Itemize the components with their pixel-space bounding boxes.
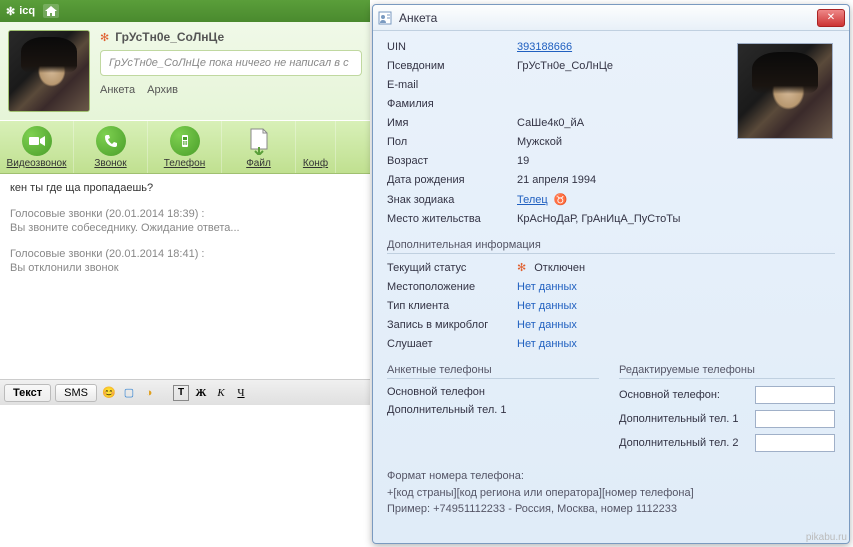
main-phone-edit-label: Основной телефон:	[619, 389, 749, 401]
taurus-icon: ♉	[554, 193, 568, 206]
nick-value: ГрУсТн0е_СоЛнЦе	[517, 60, 613, 72]
client-label: Тип клиента	[387, 300, 517, 312]
microblog-label: Запись в микроблог	[387, 319, 517, 331]
chat-toolbar: Видеозвонок Звонок Телефон Файл Конф	[0, 120, 370, 174]
input-toolbar: Текст SMS 😊 ▢ ◑ T Ж К Ч	[0, 379, 370, 405]
app-name: icq	[19, 5, 35, 17]
location-value: КрАсНоДаР, ГрАнИцА_ПуСтоТы	[517, 213, 680, 225]
sms-tab[interactable]: SMS	[55, 384, 97, 402]
contact-name: ГрУсТн0е_СоЛнЦе	[115, 30, 224, 44]
bold-icon[interactable]: Ж	[193, 385, 209, 401]
icq-chat-window: ✻ icq ✻ ГрУсТн0е_СоЛнЦе ГрУсТн0е_СоЛнЦе …	[0, 0, 370, 547]
archive-link[interactable]: Архив	[147, 84, 178, 96]
nick-label: Псевдоним	[387, 60, 517, 72]
call-button[interactable]: Звонок	[74, 121, 148, 173]
uin-label: UIN	[387, 41, 517, 53]
age-value: 19	[517, 155, 529, 167]
client-value: Нет данных	[517, 300, 577, 312]
chat-messages: кен ты где ща пропадаешь? Голосовые звон…	[0, 174, 370, 379]
profile-icon	[377, 10, 393, 26]
font-icon[interactable]: T	[173, 385, 189, 401]
tv-icon[interactable]: ▢	[121, 385, 137, 401]
listening-value: Нет данных	[517, 338, 577, 350]
status-flower-icon: ✻	[517, 261, 526, 274]
loc2-label: Местоположение	[387, 281, 517, 293]
extra-info-title: Дополнительная информация	[387, 239, 835, 251]
add-phone1-label: Дополнительный тел. 1	[387, 404, 517, 416]
italic-icon[interactable]: К	[213, 385, 229, 401]
add-phone1-edit-label: Дополнительный тел. 1	[619, 413, 749, 425]
age-label: Возраст	[387, 155, 517, 167]
microblog-value: Нет данных	[517, 319, 577, 331]
conference-button[interactable]: Конф	[296, 121, 336, 173]
icq-logo-icon: ✻	[6, 5, 15, 18]
profile-avatar[interactable]	[737, 43, 833, 139]
flower-status-icon: ✻	[100, 31, 109, 44]
home-button[interactable]	[43, 4, 59, 18]
surname-label: Фамилия	[387, 98, 517, 110]
call-log-header: Голосовые звонки (20.01.2014 18:39) :	[10, 208, 360, 220]
location-label: Место жительства	[387, 213, 517, 225]
profile-phones-title: Анкетные телефоны	[387, 364, 599, 376]
gender-value: Мужской	[517, 136, 562, 148]
text-tab[interactable]: Текст	[4, 384, 51, 402]
profile-link[interactable]: Анкета	[100, 84, 135, 96]
palette-icon[interactable]: ◑	[141, 385, 157, 401]
call-log-text: Вы отклонили звонок	[10, 262, 360, 274]
name-value: СаШе4к0_йА	[517, 117, 584, 129]
editable-phones-title: Редактируемые телефоны	[619, 364, 835, 376]
uin-value[interactable]: 393188666	[517, 41, 572, 53]
close-button[interactable]: ✕	[817, 9, 845, 27]
dialog-title: Анкета	[399, 11, 817, 25]
contact-status-text[interactable]: ГрУсТн0е_СоЛнЦе пока ничего не написал в…	[100, 50, 362, 76]
chat-header: ✻ ГрУсТн0е_СоЛнЦе ГрУсТн0е_СоЛнЦе пока н…	[0, 22, 370, 120]
name-label: Имя	[387, 117, 517, 129]
icq-titlebar: ✻ icq	[0, 0, 370, 22]
profile-dialog: Анкета ✕ UIN393188666 ПсевдонимГрУсТн0е_…	[372, 4, 850, 544]
gender-label: Пол	[387, 136, 517, 148]
birth-label: Дата рождения	[387, 174, 517, 186]
dialog-titlebar[interactable]: Анкета ✕	[373, 5, 849, 31]
listening-label: Слушает	[387, 338, 517, 350]
add-phone2-edit-label: Дополнительный тел. 2	[619, 437, 749, 449]
zodiac-value[interactable]: Телец	[517, 194, 548, 206]
zodiac-label: Знак зодиака	[387, 194, 517, 206]
status-value: Отключен	[534, 262, 585, 274]
contact-avatar[interactable]	[8, 30, 90, 112]
emoji-icon[interactable]: 😊	[101, 385, 117, 401]
video-call-button[interactable]: Видеозвонок	[0, 121, 74, 173]
email-label: E-mail	[387, 79, 517, 91]
call-log-text: Вы звоните собеседнику. Ожидание ответа.…	[10, 222, 360, 234]
loc2-value: Нет данных	[517, 281, 577, 293]
chat-message: кен ты где ща пропадаешь?	[10, 182, 360, 194]
phone-button[interactable]: Телефон	[148, 121, 222, 173]
birth-value: 21 апреля 1994	[517, 174, 596, 186]
file-button[interactable]: Файл	[222, 121, 296, 173]
status-label: Текущий статус	[387, 262, 517, 274]
call-log-header: Голосовые звонки (20.01.2014 18:41) :	[10, 248, 360, 260]
phone-format-help: Формат номера телефона: +[код страны][ко…	[387, 468, 835, 518]
add-phone1-input[interactable]	[755, 410, 835, 428]
main-phone-input[interactable]	[755, 386, 835, 404]
watermark: pikabu.ru	[806, 532, 847, 543]
underline-icon[interactable]: Ч	[233, 385, 249, 401]
add-phone2-input[interactable]	[755, 434, 835, 452]
main-phone-label: Основной телефон	[387, 386, 517, 398]
